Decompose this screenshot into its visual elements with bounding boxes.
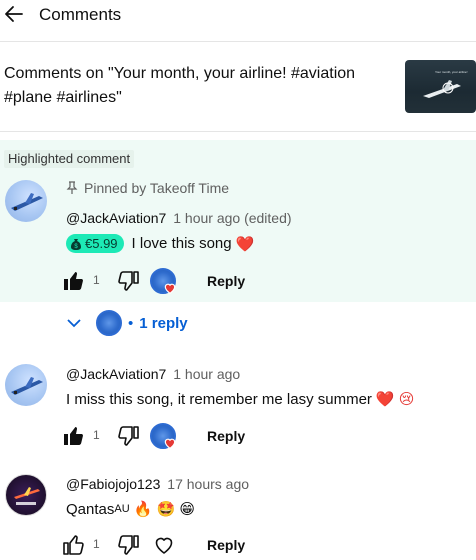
avatar[interactable] [5,364,47,406]
creator-heart[interactable] [150,268,176,294]
comment-text: I miss this song, it remember me lasy su… [66,390,372,408]
video-reference-text: Comments on "Your month, your airline! #… [4,65,356,106]
heart-outline-icon[interactable] [152,533,176,557]
comment-text: Qantas [66,500,115,518]
comment-emoji: ❤️ 😢 [375,391,415,408]
reply-button[interactable]: Reply [207,273,245,289]
comment-author-line: @JackAviation7 1 hour ago [66,366,240,382]
comment-actions: 1 Reply [62,531,322,559]
top-bar: Comments [0,0,476,42]
replies-count-label[interactable]: 1 reply [139,315,187,332]
video-thumbnail[interactable]: Your month, your airline! [405,60,476,113]
like-count: 1 [93,428,100,442]
avatar[interactable] [5,474,47,516]
like-count: 1 [93,273,100,287]
reply-button[interactable]: Reply [207,537,245,553]
plane-avatar-icon [11,377,43,395]
comment-actions: 1 Reply [62,422,322,450]
comment-author-line: @Fabiojojo123 17 hours ago [66,476,249,492]
comment-text-suffix: AU [114,503,130,515]
reply-author-avatar [96,310,122,336]
comment-body: $ €5.99 I love this song ❤️ [66,234,254,253]
dislike-icon[interactable] [116,533,140,557]
heart-icon [164,438,176,449]
comment-timestamp: 17 hours ago [167,476,250,492]
pin-icon [66,181,78,194]
pinned-label: Pinned by Takeoff Time [84,180,230,196]
video-reference[interactable]: Comments on "Your month, your airline! #… [0,42,476,132]
comment-emoji: ❤️ [235,235,255,253]
plane-avatar-icon [14,487,40,505]
comment-timestamp: 1 hour ago (edited) [173,210,292,226]
comment-body: I miss this song, it remember me lasy su… [66,390,415,409]
comment-text: I love this song [131,235,232,252]
money-bag-icon: $ [71,238,81,250]
reply-button[interactable]: Reply [207,428,245,444]
page-title: Comments [39,5,122,24]
like-count: 1 [93,537,100,551]
author-name[interactable]: @Fabiojojo123 [66,476,160,492]
comment-actions: 1 Reply [62,267,322,295]
creator-heart[interactable] [150,423,176,449]
like-icon[interactable] [62,533,86,557]
like-filled-icon[interactable] [62,424,86,448]
comment-timestamp: 1 hour ago [173,366,241,382]
dislike-icon[interactable] [116,269,140,293]
like-filled-icon[interactable] [62,269,86,293]
author-name[interactable]: @JackAviation7 [66,366,166,382]
highlighted-comment-chip: Highlighted comment [4,150,135,168]
avatar[interactable] [5,180,47,222]
pinned-row: Pinned by Takeoff Time [66,180,229,196]
chevron-down-icon [67,319,81,328]
plane-avatar-icon [11,193,43,211]
author-name[interactable]: @JackAviation7 [66,210,166,226]
dislike-icon[interactable] [116,424,140,448]
heart-icon [164,283,176,294]
super-thanks-badge: $ €5.99 [66,234,124,253]
comment-emoji: 🔥 🤩 😁 [133,501,195,518]
replies-toggle[interactable]: • 1 reply [66,308,188,338]
arrow-left-icon[interactable] [2,2,26,26]
comment-author-line: @JackAviation7 1 hour ago (edited) [66,210,292,226]
super-thanks-amount: €5.99 [85,236,118,251]
plane-thumbnail-icon [423,80,461,98]
comment-body: Qantas AU 🔥 🤩 😁 [66,500,195,519]
bullet-separator: • [128,314,134,332]
